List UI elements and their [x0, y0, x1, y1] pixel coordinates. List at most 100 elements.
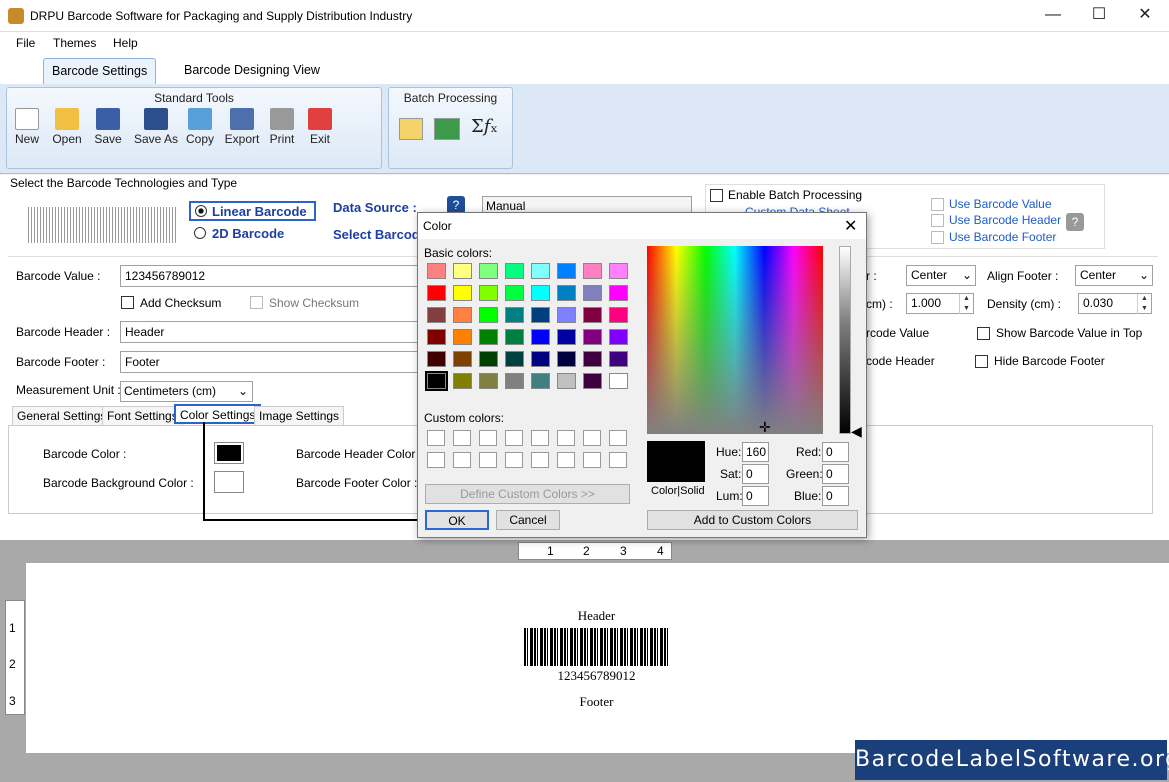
lum-input[interactable]: 0	[742, 486, 769, 506]
color-swatch[interactable]	[453, 263, 472, 279]
color-swatch[interactable]	[453, 351, 472, 367]
density-input[interactable]: 0.030 ▲ ▼	[1078, 293, 1152, 314]
custom-color-swatch[interactable]	[505, 430, 523, 446]
2d-radio[interactable]	[194, 227, 206, 239]
custom-color-swatch[interactable]	[583, 430, 601, 446]
hide-footer-checkbox[interactable]	[975, 355, 988, 368]
barcode-preview[interactable]: Header 123456789012 Footer	[519, 600, 674, 718]
align-footer-select[interactable]: Center ⌄	[1075, 265, 1153, 286]
color-swatch[interactable]	[453, 373, 472, 389]
color-swatch[interactable]	[505, 373, 524, 389]
tab-barcode-designing-view[interactable]: Barcode Designing View	[176, 58, 328, 84]
maximize-button[interactable]: ☐	[1076, 0, 1122, 32]
color-swatch[interactable]	[479, 307, 498, 323]
align-header-select[interactable]: Center ⌄	[906, 265, 976, 286]
color-swatch[interactable]	[427, 329, 446, 345]
hue-input[interactable]: 160	[742, 442, 769, 462]
color-swatch[interactable]	[453, 307, 472, 323]
use-footer-checkbox[interactable]	[931, 231, 944, 244]
color-swatch[interactable]	[479, 351, 498, 367]
color-swatch[interactable]	[427, 263, 446, 279]
color-swatch[interactable]	[531, 285, 550, 301]
define-custom-colors-button[interactable]: Define Custom Colors >>	[425, 484, 630, 504]
color-swatch[interactable]	[505, 263, 524, 279]
menu-file[interactable]: File	[16, 36, 35, 50]
add-checksum-checkbox[interactable]	[121, 296, 134, 309]
color-swatch[interactable]	[557, 351, 576, 367]
add-to-custom-colors-button[interactable]: Add to Custom Colors	[647, 510, 858, 530]
open-button[interactable]: Open	[46, 108, 88, 146]
color-swatch[interactable]	[609, 307, 628, 323]
color-swatch[interactable]	[557, 307, 576, 323]
color-swatch[interactable]	[531, 373, 550, 389]
measurement-unit-select[interactable]: Centimeters (cm) ⌄	[120, 381, 253, 402]
export-button[interactable]: Export	[221, 108, 263, 146]
custom-color-swatch[interactable]	[531, 430, 549, 446]
color-swatch[interactable]	[505, 285, 524, 301]
color-swatch[interactable]	[609, 285, 628, 301]
density-stepper[interactable]: ▲ ▼	[1137, 294, 1151, 314]
menu-help[interactable]: Help	[113, 36, 138, 50]
linear-barcode-option[interactable]: Linear Barcode	[189, 201, 316, 221]
color-swatch[interactable]	[557, 329, 576, 345]
height-input[interactable]: 1.000 ▲ ▼	[906, 293, 974, 314]
color-swatch[interactable]	[609, 263, 628, 279]
use-value-checkbox[interactable]	[931, 198, 944, 211]
blue-input[interactable]: 0	[822, 486, 849, 506]
custom-color-swatch[interactable]	[557, 452, 575, 468]
barcode-header-input[interactable]: Header	[120, 321, 420, 343]
color-swatch[interactable]	[479, 285, 498, 301]
color-swatch[interactable]	[427, 351, 446, 367]
tab-barcode-settings[interactable]: Barcode Settings	[43, 58, 157, 84]
green-input[interactable]: 0	[822, 464, 849, 484]
menu-themes[interactable]: Themes	[53, 36, 96, 50]
color-swatch[interactable]	[531, 351, 550, 367]
custom-color-swatch[interactable]	[583, 452, 601, 468]
batch-excel-icon[interactable]	[434, 118, 460, 140]
custom-color-swatch[interactable]	[479, 430, 497, 446]
color-swatch[interactable]	[609, 351, 628, 367]
color-swatch[interactable]	[531, 307, 550, 323]
custom-color-swatch[interactable]	[427, 430, 445, 446]
color-swatch[interactable]	[427, 307, 446, 323]
color-swatch[interactable]	[505, 307, 524, 323]
color-swatch[interactable]	[531, 263, 550, 279]
use-header-checkbox[interactable]	[931, 214, 944, 227]
minimize-button[interactable]: —	[1030, 0, 1076, 32]
custom-color-swatch[interactable]	[609, 452, 627, 468]
color-swatch[interactable]	[453, 285, 472, 301]
2d-barcode-label[interactable]: 2D Barcode	[212, 226, 284, 241]
custom-color-swatch[interactable]	[479, 452, 497, 468]
color-swatch[interactable]	[479, 263, 498, 279]
tab-font-settings[interactable]: Font Settings	[102, 406, 183, 426]
color-spectrum[interactable]	[647, 246, 823, 434]
color-swatch[interactable]	[479, 373, 498, 389]
luminance-slider[interactable]	[839, 246, 851, 434]
enable-batch-checkbox[interactable]	[710, 189, 723, 202]
custom-color-swatch[interactable]	[531, 452, 549, 468]
custom-color-swatch[interactable]	[609, 430, 627, 446]
color-swatch[interactable]	[609, 373, 628, 389]
red-input[interactable]: 0	[822, 442, 849, 462]
show-top-checkbox[interactable]	[977, 327, 990, 340]
color-swatch[interactable]	[425, 371, 448, 391]
print-button[interactable]: Print	[261, 108, 303, 146]
color-swatch[interactable]	[583, 329, 602, 345]
batch-formula-icon[interactable]: Σ𝑓ₓ	[471, 116, 498, 137]
color-swatch[interactable]	[531, 329, 550, 345]
custom-color-swatch[interactable]	[453, 430, 471, 446]
new-button[interactable]: New	[6, 108, 48, 146]
color-swatch[interactable]	[453, 329, 472, 345]
color-swatch[interactable]	[583, 351, 602, 367]
luminance-pointer-icon[interactable]: ◀	[851, 423, 862, 440]
custom-color-swatch[interactable]	[427, 452, 445, 468]
copy-button[interactable]: Copy	[179, 108, 221, 146]
batch-help-icon[interactable]: ?	[1066, 213, 1084, 231]
ok-button[interactable]: OK	[425, 510, 489, 530]
color-swatch[interactable]	[479, 329, 498, 345]
color-swatch[interactable]	[557, 285, 576, 301]
tab-general-settings[interactable]: General Settings	[12, 406, 112, 426]
custom-color-swatch[interactable]	[453, 452, 471, 468]
color-swatch[interactable]	[427, 285, 446, 301]
barcode-footer-input[interactable]: Footer	[120, 351, 420, 373]
